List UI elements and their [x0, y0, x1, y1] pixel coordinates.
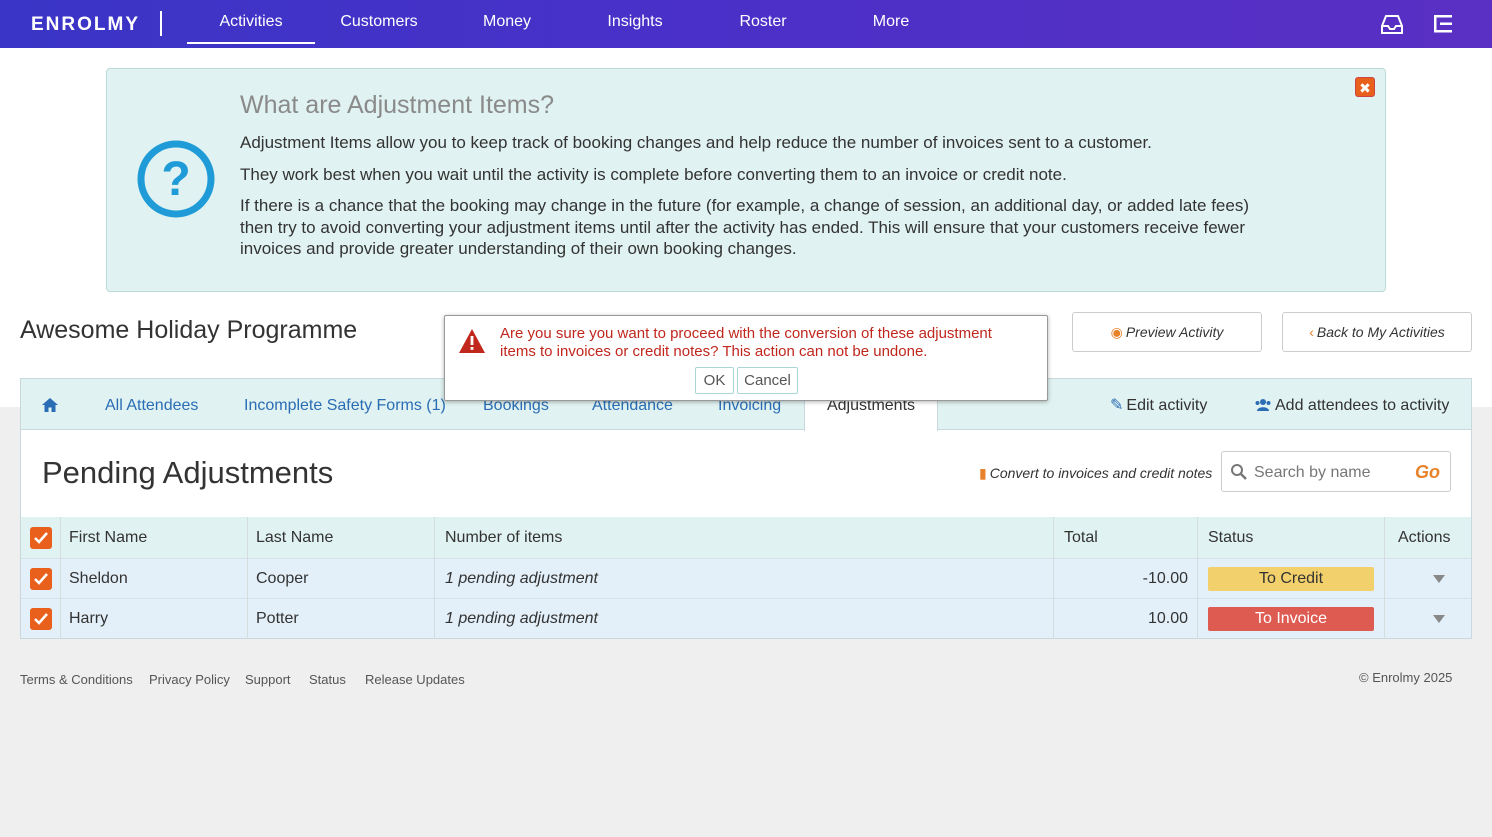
column-divider — [1197, 517, 1198, 638]
last-name-cell: Cooper — [256, 569, 309, 587]
chevron-down-icon[interactable] — [1433, 615, 1445, 623]
info-paragraph-1: Adjustment Items allow you to keep track… — [240, 133, 1152, 152]
header-status[interactable]: Status — [1208, 517, 1253, 558]
nav-customers[interactable]: Customers — [315, 0, 443, 44]
info-title: What are Adjustment Items? — [240, 91, 555, 119]
header-actions: Actions — [1398, 528, 1451, 546]
column-divider — [434, 517, 435, 638]
go-button[interactable]: Go — [1415, 462, 1440, 483]
column-divider — [247, 517, 248, 638]
confirm-dialog: Are you sure you want to proceed with th… — [444, 315, 1048, 401]
first-name-cell: Harry — [69, 609, 109, 627]
convert-label: Convert to invoices and credit notes — [989, 465, 1213, 481]
last-name-cell: Potter — [256, 609, 299, 627]
question-circle-icon: ? — [137, 140, 215, 218]
nav-more[interactable]: More — [827, 0, 955, 44]
activity-title: Awesome Holiday Programme — [20, 316, 358, 344]
edit-activity-link[interactable]: ✎ Edit activity — [1110, 379, 1207, 430]
status-badge: To Invoice — [1208, 607, 1374, 631]
tab-all-attendees[interactable]: All Attendees — [105, 379, 198, 430]
preview-activity-label: Preview Activity — [1125, 324, 1224, 340]
chevron-down-icon[interactable] — [1433, 575, 1445, 583]
file-icon: ▮ — [979, 465, 987, 481]
column-divider — [1384, 517, 1385, 638]
dialog-message: Are you sure you want to proceed with th… — [500, 325, 992, 360]
nav-roster[interactable]: Roster — [699, 0, 827, 44]
ok-button[interactable]: OK — [695, 367, 734, 394]
table-row[interactable]: Harry Potter 1 pending adjustment 10.00 … — [21, 598, 1471, 638]
inbox-icon[interactable] — [1378, 10, 1406, 38]
home-icon[interactable] — [42, 398, 58, 412]
info-paragraph-3: If there is a chance that the booking ma… — [240, 196, 1249, 258]
warning-icon — [459, 329, 485, 353]
search-box: Search by name Go — [1221, 451, 1451, 492]
footer-terms-link[interactable]: Terms & Conditions — [20, 672, 133, 687]
table-row[interactable]: Sheldon Cooper 1 pending adjustment -10.… — [21, 558, 1471, 598]
nav-activities[interactable]: Activities — [187, 0, 315, 44]
header-first-name[interactable]: First Name — [69, 517, 147, 558]
column-divider — [1053, 517, 1054, 638]
table-header: First Name Last Name Number of items Tot… — [21, 517, 1471, 558]
convert-to-invoices-button[interactable]: ▮ Convert to invoices and credit notes — [979, 465, 1212, 482]
nav-money[interactable]: Money — [443, 0, 571, 44]
preview-activity-button[interactable]: ◉ Preview Activity — [1072, 312, 1262, 352]
status-badge: To Credit — [1208, 567, 1374, 591]
logo-divider — [160, 11, 162, 36]
add-attendees-label: Add attendees to activity — [1275, 397, 1450, 414]
items-cell: 1 pending adjustment — [445, 609, 598, 627]
cancel-button[interactable]: Cancel — [737, 367, 798, 394]
svg-text:?: ? — [161, 153, 190, 206]
total-cell: -10.00 — [1142, 569, 1188, 587]
copyright: © Enrolmy 2025 — [1359, 670, 1453, 685]
header-last-name[interactable]: Last Name — [256, 517, 333, 558]
footer-support-link[interactable]: Support — [245, 672, 291, 687]
eye-icon: ◉ — [1110, 324, 1123, 340]
header-number-of-items[interactable]: Number of items — [445, 517, 562, 558]
info-paragraph-2: They work best when you wait until the a… — [240, 165, 1067, 184]
close-info-button[interactable]: ✖ — [1355, 77, 1375, 97]
footer-status-link[interactable]: Status — [309, 672, 346, 687]
row-checkbox[interactable] — [30, 608, 52, 630]
top-nav: ENROLMY Activities Customers Money Insig… — [0, 0, 1492, 48]
nav-insights[interactable]: Insights — [571, 0, 699, 44]
first-name-cell: Sheldon — [69, 569, 128, 587]
pending-adjustments-title: Pending Adjustments — [42, 455, 334, 490]
search-input[interactable]: Search by name — [1254, 464, 1371, 482]
search-icon — [1231, 464, 1247, 480]
footer-privacy-link[interactable]: Privacy Policy — [149, 672, 230, 687]
total-cell: 10.00 — [1147, 609, 1188, 627]
select-all-checkbox[interactable] — [30, 527, 52, 549]
items-cell: 1 pending adjustment — [445, 569, 598, 587]
pencil-icon: ✎ — [1110, 397, 1124, 414]
adjustments-panel: All Attendees Incomplete Safety Forms (1… — [20, 378, 1472, 639]
chevron-left-icon: ‹ — [1309, 324, 1314, 340]
menu-icon[interactable] — [1430, 10, 1458, 38]
tab-incomplete-safety-forms[interactable]: Incomplete Safety Forms (1) — [244, 379, 446, 430]
add-attendees-link[interactable]: Add attendees to activity — [1254, 379, 1449, 430]
back-to-activities-button[interactable]: ‹ Back to My Activities — [1282, 312, 1472, 352]
header-total[interactable]: Total — [1064, 517, 1098, 558]
column-divider — [60, 517, 61, 638]
back-to-activities-label: Back to My Activities — [1316, 324, 1445, 340]
enrolmy-logo[interactable]: ENROLMY — [31, 12, 140, 38]
row-checkbox[interactable] — [30, 568, 52, 590]
edit-activity-label: Edit activity — [1126, 397, 1208, 414]
footer-release-updates-link[interactable]: Release Updates — [365, 672, 465, 687]
users-icon — [1255, 399, 1271, 411]
